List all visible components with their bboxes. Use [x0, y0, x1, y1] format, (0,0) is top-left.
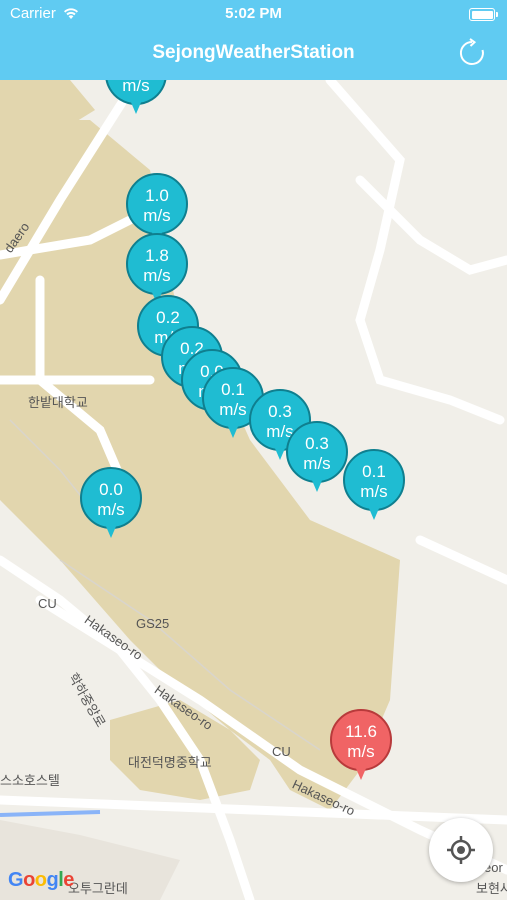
marker-value: 0.0	[99, 480, 123, 499]
poi-school: 대전덕명중학교	[128, 755, 212, 770]
wind-marker-alert[interactable]: 11.6 m/s	[329, 708, 393, 782]
google-logo: Google	[8, 869, 74, 891]
poi-cu-1: CU	[38, 596, 57, 611]
map-view[interactable]: daero 한밭대학교 CU GS25 Hakaseo-ro Hakaseo-r…	[0, 80, 507, 900]
marker-value: 0.1	[362, 462, 386, 481]
marker-value: 1.8	[145, 246, 169, 265]
wind-marker[interactable]: 0.3 m/s	[285, 420, 349, 494]
poi-cu-2: CU	[272, 744, 291, 759]
page-title: SejongWeatherStation	[152, 42, 355, 63]
battery-icon	[469, 8, 498, 21]
marker-unit: m/s	[97, 500, 125, 519]
wind-marker[interactable]: m/s	[104, 80, 168, 116]
my-location-icon	[447, 836, 475, 864]
my-location-button[interactable]	[429, 818, 493, 882]
status-time: 5:02 PM	[225, 5, 282, 22]
marker-unit: m/s	[143, 206, 171, 225]
marker-value: 1.0	[145, 186, 169, 205]
map-background	[0, 80, 507, 900]
marker-value: 11.6	[345, 722, 377, 741]
marker-unit: m/s	[143, 266, 171, 285]
poi-hanbat-university: 한밭대학교	[28, 395, 88, 410]
status-bar: Carrier 5:02 PM	[0, 0, 507, 28]
marker-value: 0.3	[305, 434, 329, 453]
navigation-bar: SejongWeatherStation	[0, 28, 507, 80]
marker-unit: m/s	[303, 454, 331, 473]
marker-unit: m/s	[360, 482, 388, 501]
poi-gs25: GS25	[136, 616, 170, 631]
marker-value: 0.3	[268, 402, 292, 421]
refresh-icon[interactable]	[457, 38, 487, 68]
wind-marker[interactable]: 0.0m/s	[79, 466, 143, 540]
marker-unit: m/s	[347, 742, 375, 761]
poi-otu: 오투그란데	[68, 881, 128, 896]
wind-marker[interactable]: 0.1 m/s	[342, 448, 406, 522]
marker-unit: m/s	[122, 80, 150, 95]
poi-hostel: 스소호스텔	[0, 773, 60, 788]
